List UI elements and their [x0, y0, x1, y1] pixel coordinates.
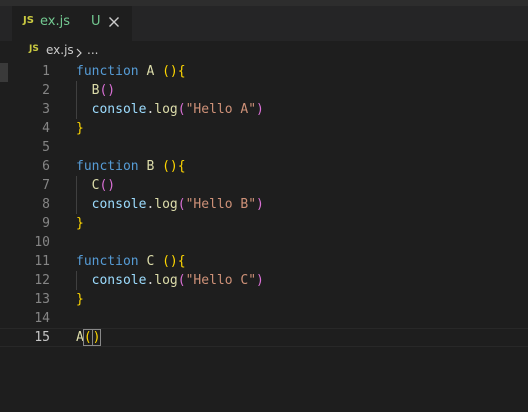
line-number: 11: [34, 254, 50, 269]
line-number: 3: [42, 102, 50, 117]
code-text: }: [76, 290, 84, 309]
code-line[interactable]: 7 C(): [0, 176, 528, 195]
code-token: (): [99, 178, 116, 193]
line-number: 9: [42, 216, 50, 231]
code-token: log: [154, 273, 178, 288]
line-number: 8: [42, 197, 50, 212]
line-number: 10: [34, 235, 50, 250]
code-token: }: [76, 292, 84, 307]
code-token: (: [177, 197, 186, 212]
code-line[interactable]: 5: [0, 138, 528, 157]
code-token: }: [76, 121, 84, 136]
line-number: 14: [34, 311, 50, 326]
code-line[interactable]: 3 console.log("Hello A"): [0, 100, 528, 119]
breadcrumb: JS ex.js ...: [0, 41, 528, 61]
code-token: (): [162, 64, 178, 79]
code-token: ): [91, 329, 102, 346]
code-text: C(): [76, 176, 115, 195]
chevron-right-icon: [75, 44, 83, 58]
line-number: 6: [42, 159, 50, 174]
close-icon[interactable]: [106, 14, 122, 30]
code-text: A(): [76, 329, 102, 346]
tab-bar: JS ex.js U: [0, 6, 528, 41]
code-token: (: [177, 273, 186, 288]
code-token: "Hello A": [185, 102, 257, 117]
indent-guide: [76, 271, 77, 290]
code-text: B(): [76, 81, 115, 100]
code-token: {: [177, 159, 186, 174]
code-token: {: [177, 254, 186, 269]
line-number: 1: [42, 64, 50, 79]
code-line[interactable]: 6 function B (){: [0, 157, 528, 176]
line-number: 7: [42, 178, 50, 193]
line-number: 13: [34, 292, 50, 307]
line-number: 5: [42, 140, 50, 155]
code-token: function: [76, 254, 139, 269]
code-token: function: [76, 64, 139, 79]
code-token: ): [256, 197, 264, 212]
line-number: 2: [42, 83, 50, 98]
code-text: }: [76, 119, 84, 138]
code-line[interactable]: 10: [0, 233, 528, 252]
indent-guide: [76, 176, 77, 214]
code-line[interactable]: 14: [0, 309, 528, 328]
code-text: function C (){: [76, 252, 186, 271]
code-token: }: [76, 216, 84, 231]
code-token: function: [76, 159, 139, 174]
code-token: "Hello B": [185, 197, 257, 212]
code-text: console.log("Hello C"): [76, 271, 264, 290]
code-token: ): [256, 102, 264, 117]
code-line[interactable]: 4}: [0, 119, 528, 138]
untracked-status-badge: U: [91, 14, 101, 29]
code-token: (: [177, 102, 186, 117]
code-token: console: [91, 197, 147, 212]
breadcrumb-file[interactable]: ex.js: [46, 43, 74, 57]
code-token: (): [162, 159, 178, 174]
code-line[interactable]: 11 function C (){: [0, 252, 528, 271]
code-line[interactable]: 12 console.log("Hello C"): [0, 271, 528, 290]
code-text: console.log("Hello A"): [76, 100, 264, 119]
code-token: log: [154, 197, 178, 212]
code-token: {: [177, 64, 186, 79]
code-token: (): [162, 254, 178, 269]
code-token: console: [91, 102, 147, 117]
code-token: log: [154, 102, 178, 117]
code-token: (): [99, 83, 116, 98]
code-editor[interactable]: 1 function A (){2 B() 3 console.log("Hello…: [0, 61, 528, 412]
tab-filename: ex.js: [40, 14, 70, 29]
code-token: "Hello C": [185, 273, 257, 288]
code-text: }: [76, 214, 84, 233]
code-line[interactable]: 8 console.log("Hello B"): [0, 195, 528, 214]
code-token: console: [91, 273, 147, 288]
line-number: 4: [42, 121, 50, 136]
indent-guide: [76, 81, 77, 119]
code-line[interactable]: 13}: [0, 290, 528, 309]
line-number: 15: [34, 330, 50, 345]
breadcrumb-symbols[interactable]: ...: [87, 43, 98, 57]
code-line[interactable]: 2 B(): [0, 81, 528, 100]
code-token: (: [82, 329, 93, 346]
javascript-file-icon: JS: [29, 44, 39, 54]
tab-ex-js[interactable]: JS ex.js U: [12, 6, 132, 41]
code-text: function B (){: [76, 157, 186, 176]
javascript-file-icon: JS: [23, 15, 34, 26]
code-line[interactable]: 9}: [0, 214, 528, 233]
code-line[interactable]: 15 A(): [0, 328, 528, 347]
code-line[interactable]: 1 function A (){: [0, 62, 528, 81]
code-text: console.log("Hello B"): [76, 195, 264, 214]
code-token: ): [256, 273, 264, 288]
line-number: 12: [34, 273, 50, 288]
code-token: A: [76, 330, 84, 345]
code-text: function A (){: [76, 62, 186, 81]
